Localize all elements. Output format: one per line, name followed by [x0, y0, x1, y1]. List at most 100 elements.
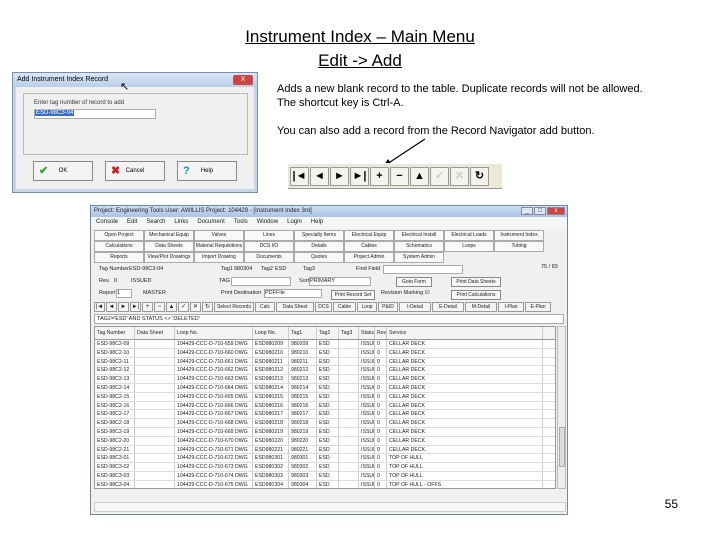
nav-documents[interactable]: Documents [244, 252, 294, 263]
record-btn-dcs[interactable]: DCS [315, 302, 332, 312]
nav-electrical-equip[interactable]: Electrical Equip [344, 230, 394, 241]
menu-edit[interactable]: Edit [127, 219, 137, 227]
column-header[interactable]: Loop No. [175, 327, 253, 339]
nav-loops[interactable]: Loops [444, 241, 494, 252]
nav-specialty-items[interactable]: Specialty Items [294, 230, 344, 241]
menu-links[interactable]: Links [174, 219, 188, 227]
column-header[interactable]: Loop No. [253, 327, 289, 339]
delete-record-icon[interactable]: − [390, 167, 409, 186]
table-row[interactable]: ESD-98C2-21 104429-CCC-D-710-671 DWG ESD98… [95, 445, 555, 455]
table-row[interactable]: ESD-98C2-11 104429-CCC-D-710-661 DWG ESD98… [95, 357, 555, 367]
table-row[interactable]: ESD-98C2-10 104429-CCC-D-710-660 DWG ESD98… [95, 348, 555, 358]
table-row[interactable]: ESD-98C2-12 104429-CCC-D-710-662 DWG ESD98… [95, 366, 555, 376]
record-btn-loop[interactable]: Loop [357, 302, 377, 312]
first-record-icon[interactable]: |◄ [290, 167, 309, 186]
cancel-edit-icon[interactable]: ✕ [450, 167, 469, 186]
last-record-icon[interactable]: ►| [130, 302, 141, 312]
table-row[interactable]: ESD-98C2-17 104429-CCC-D-710-667 DWG ESD98… [95, 410, 555, 420]
menu-login[interactable]: Login [287, 219, 302, 227]
refresh-icon[interactable]: ↻ [470, 167, 489, 186]
table-row[interactable]: ESD-98C2-16 104429-CCC-D-710-666 DWG ESD98… [95, 401, 555, 411]
nav-open-project[interactable]: Open Project [94, 230, 144, 241]
revision-marking-checkbox[interactable]: Revision Marking ☑ [381, 290, 430, 296]
menu-document[interactable]: Document [197, 219, 224, 227]
table-row[interactable]: ESD-98C2-14 104429-CCC-D-710-664 DWG ESD98… [95, 383, 555, 393]
add-record-icon[interactable]: + [142, 302, 153, 312]
menu-tools[interactable]: Tools [234, 219, 248, 227]
column-header[interactable]: Tag Number [95, 327, 135, 339]
post-icon[interactable]: ✓ [430, 167, 449, 186]
print-record-set-button[interactable]: Print Record Set [331, 290, 375, 300]
refresh-icon[interactable]: ↻ [202, 302, 213, 312]
nav-schematics[interactable]: Schematics [394, 241, 444, 252]
scroll-thumb[interactable] [559, 427, 565, 467]
menu-console[interactable]: Console [96, 219, 118, 227]
record-btn-e-plan[interactable]: E-Plan [525, 302, 551, 312]
nav-cables[interactable]: Cables [344, 241, 394, 252]
nav-mechanical-equip[interactable]: Mechanical Equip [144, 230, 194, 241]
cancel-edit-icon[interactable]: ✕ [190, 302, 201, 312]
horizontal-scroll-area[interactable] [94, 492, 566, 501]
nav-tubing[interactable]: Tubing [494, 241, 544, 252]
goto-form-button[interactable]: Goto Form [396, 277, 432, 287]
nav-reports[interactable]: Reports [94, 252, 144, 263]
table-row[interactable]: ESD-98C2-18 104429-CCC-D-710-668 DWG ESD98… [95, 419, 555, 428]
table-row[interactable]: ESD-98C2-15 104429-CCC-D-710-665 DWG ESD98… [95, 392, 555, 402]
delete-record-icon[interactable]: − [154, 302, 165, 312]
nav-calculations[interactable]: Calculations [94, 241, 144, 252]
nav-electrical-install[interactable]: Electrical Install [394, 230, 444, 241]
record-btn-cable[interactable]: Cable [333, 302, 356, 312]
nav-material-requisitions[interactable]: Material Requisitions [194, 241, 244, 252]
filter-bar[interactable]: TAG2='ESD' AND STATUS <> 'DELETED' [94, 314, 564, 324]
menu-search[interactable]: Search [146, 219, 165, 227]
print-data-sheets-button[interactable]: Print Data Sheets [451, 277, 501, 287]
table-row[interactable]: ESD-98C2-13 104429-CCC-D-710-663 DWG ESD98… [95, 375, 555, 384]
print-destination-select[interactable]: PDFFile [264, 289, 322, 298]
tag1-field[interactable]: 980304 [234, 266, 252, 272]
next-record-icon[interactable]: ► [330, 167, 349, 186]
edit-record-icon[interactable]: ▲ [410, 167, 429, 186]
record-btn-p-id[interactable]: P&ID [378, 302, 398, 312]
record-btn-i-detail[interactable]: I-Detail [399, 302, 431, 312]
record-btn-select-records[interactable]: Select Records [214, 302, 254, 312]
nav-instrument-index[interactable]: Instrument Index [494, 230, 544, 241]
record-btn-m-detail[interactable]: M-Detail [465, 302, 497, 312]
rev-field[interactable]: 0 [114, 278, 117, 284]
nav-project-admin[interactable]: Project Admin [344, 252, 394, 263]
report-no-spinner[interactable]: 1 [116, 289, 132, 298]
table-row[interactable]: ESD-98C2-20 104429-CCC-D-710-670 DWG ESD98… [95, 436, 555, 446]
record-btn-calc[interactable]: Calc [255, 302, 275, 312]
nav-import-drawing[interactable]: Import Drawing [194, 252, 244, 263]
record-btn-data-sheet[interactable]: Data Sheet [276, 302, 314, 312]
find-field-select[interactable] [383, 265, 463, 274]
prev-record-icon[interactable]: ◄ [310, 167, 329, 186]
tag-field[interactable] [231, 277, 291, 286]
first-record-icon[interactable]: |◄ [94, 302, 105, 312]
edit-record-icon[interactable]: ▲ [166, 302, 177, 312]
column-header[interactable]: Tag3 [339, 327, 359, 339]
next-record-icon[interactable]: ► [118, 302, 129, 312]
post-icon[interactable]: ✓ [178, 302, 189, 312]
column-header[interactable]: Service [387, 327, 543, 339]
column-header[interactable]: Tag1 [289, 327, 317, 339]
table-row[interactable]: ESD-98C2-09 104429-CCC-D-710-659 DWG ESD98… [95, 340, 555, 349]
tag-number-field[interactable]: ESD-98C3-04 [129, 266, 163, 272]
nav-system-admin[interactable]: System Admin [394, 252, 444, 263]
nav-details[interactable]: Details [294, 241, 344, 252]
nav-quotes[interactable]: Quotes [294, 252, 344, 263]
close-window-button[interactable]: x [547, 207, 565, 215]
sort-select[interactable]: PRIMARY [309, 277, 371, 286]
nav-dcs-i-o[interactable]: DCS I/O [244, 241, 294, 252]
record-btn-e-detail[interactable]: E-Detail [432, 302, 464, 312]
vertical-scrollbar[interactable] [557, 326, 566, 489]
print-calculations-button[interactable]: Print Calculations [451, 290, 501, 300]
column-header[interactable]: Status [359, 327, 375, 339]
table-row[interactable]: ESD-98C3-02 104429-CCC-D-710-673 DWG ESD98… [95, 463, 555, 472]
nav-lines[interactable]: Lines [244, 230, 294, 241]
table-row[interactable]: ESD-98C3-04 104429-CCC-D-710-675 DWG ESD98… [95, 480, 555, 488]
menu-window[interactable]: Window [257, 219, 278, 227]
status-field[interactable]: ISSUED [131, 278, 151, 284]
minimize-button[interactable]: _ [521, 207, 533, 215]
record-btn-i-plan[interactable]: I-Plan [498, 302, 524, 312]
nav-electrical-loads[interactable]: Electrical Loads [444, 230, 494, 241]
